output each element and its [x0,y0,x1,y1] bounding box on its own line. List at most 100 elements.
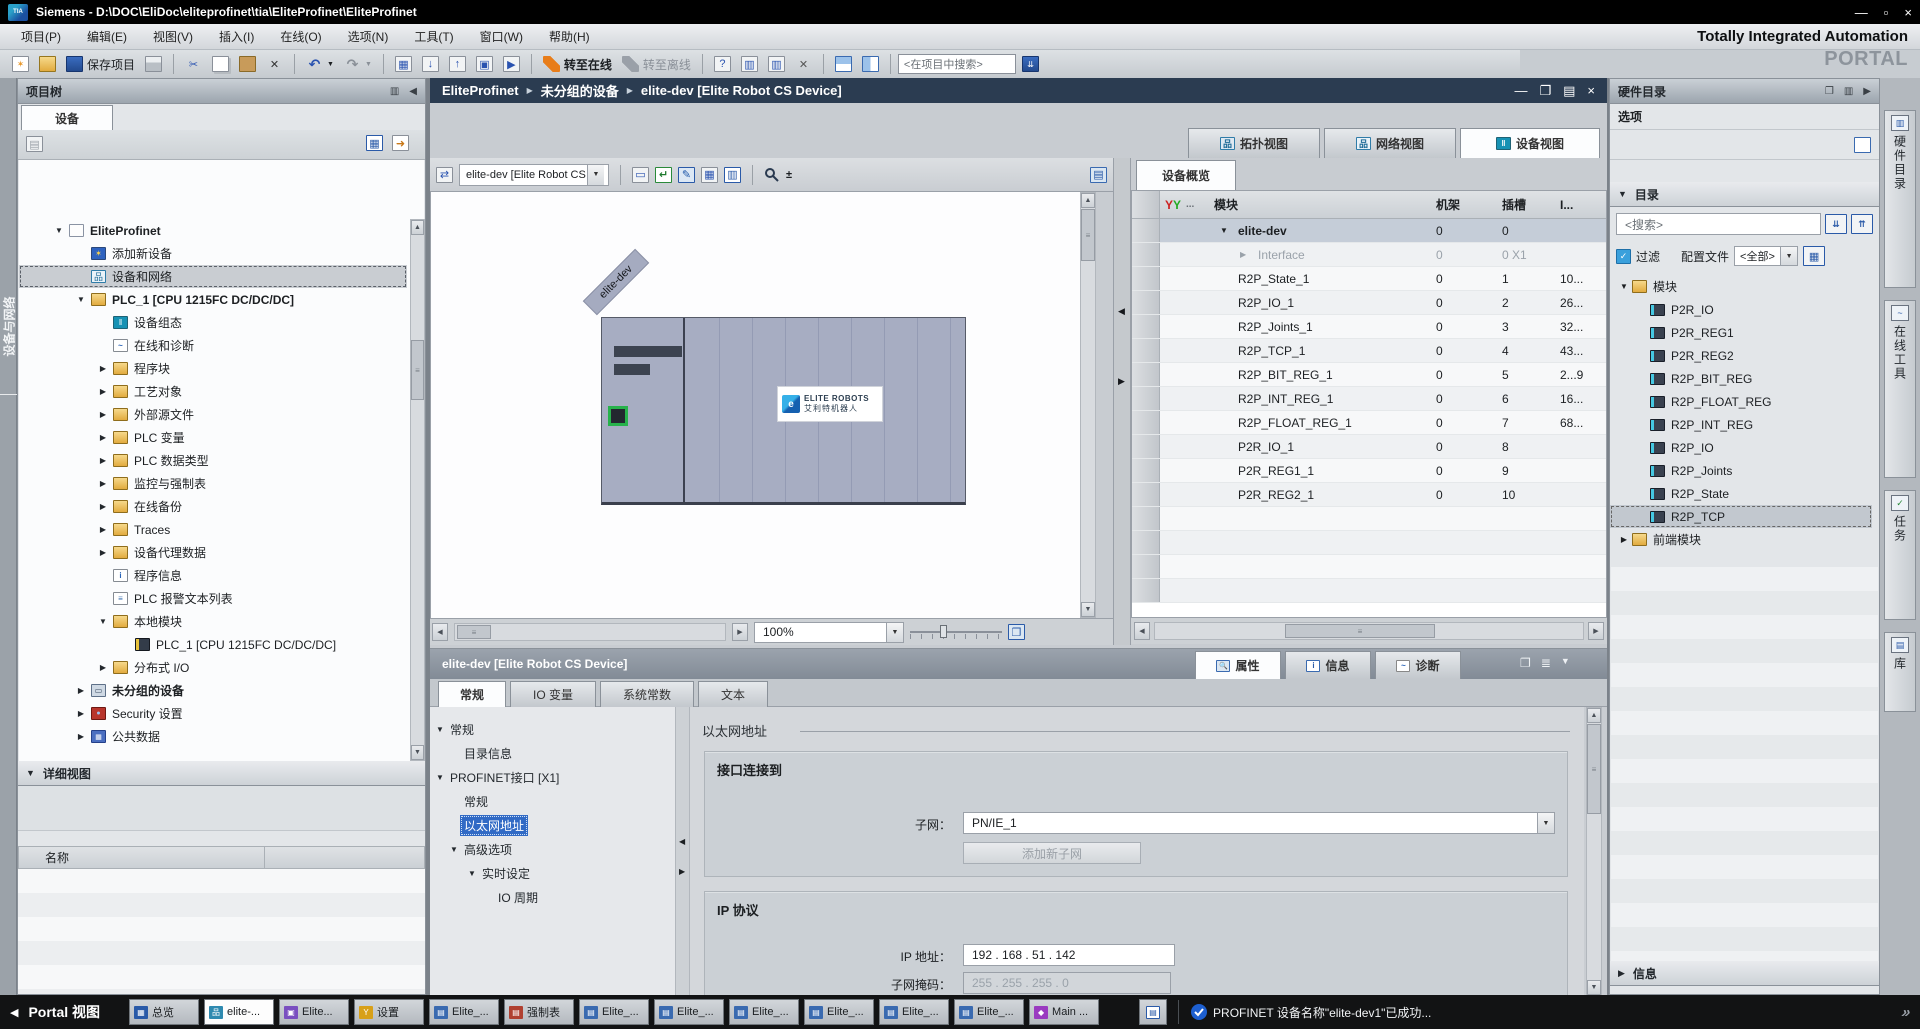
portal-view-button[interactable]: ◀Portal 视图 [10,1002,100,1022]
tree-item-distributed-io[interactable]: ▶分布式 I/O [19,656,407,679]
copy-button[interactable] [208,53,233,76]
new-project-button[interactable]: ✶ [8,53,33,76]
minimize-icon[interactable]: — [1855,5,1868,20]
tree-item-watch-force-tables[interactable]: ▶监控与强制表 [19,472,407,495]
scrollbar-thumb[interactable]: ≡ [1285,624,1435,638]
profile-dropdown[interactable]: <全部> [1734,246,1798,266]
assign-name-icon[interactable]: ↵ [655,167,672,183]
catalog-folder-frontend[interactable]: ▶前端模块 [1610,528,1872,551]
nav-advanced-options[interactable]: ▼高级选项 [430,837,675,861]
scroll-left-icon[interactable]: ◀ [432,623,448,641]
menu-online[interactable]: 在线(O) [267,24,334,49]
editor-close-icon[interactable]: × [1587,83,1595,99]
tab-info[interactable]: i信息 [1285,651,1371,679]
split-editor-button[interactable]: ▥ [764,53,789,76]
task-window[interactable]: ▤Elite_... [579,999,649,1025]
module-column-header[interactable]: 模块 [1206,196,1436,213]
filter-checkbox[interactable]: ✓ [1616,249,1631,264]
go-offline-button[interactable]: 转至离线 [618,53,695,76]
menu-view[interactable]: 视图(V) [140,24,206,49]
save-project-button[interactable]: 保存项目 [62,53,139,76]
fit-to-window-icon[interactable]: ❐ [1008,624,1025,640]
nav-profinet-interface[interactable]: ▼PROFINET接口 [X1] [430,765,675,789]
side-tab-online-tools[interactable]: ~在线工具 [1884,300,1916,478]
scrollbar-thumb[interactable]: ≡ [1587,724,1601,814]
scrollbar-thumb[interactable]: ≡ [1081,209,1095,261]
menu-tools[interactable]: 工具(T) [401,24,466,49]
device-info-icon[interactable]: ▤ [1090,167,1107,183]
catalog-folder-modules[interactable]: ▼模块 [1610,275,1872,298]
head-module[interactable] [602,318,685,502]
scroll-right-icon[interactable]: ▶ [1588,622,1604,640]
compile-button[interactable]: ▦ [391,53,416,76]
filter-config-icon[interactable]: ▦ [1803,246,1825,266]
tab-device-view[interactable]: 设备视图 [1460,128,1600,158]
rack-column-header[interactable]: 机架 [1436,196,1502,213]
tab-texts[interactable]: 文本 [698,681,768,707]
task-window[interactable]: ▤Elite_... [729,999,799,1025]
table-view-icon[interactable]: ▦ [366,135,383,151]
task-device-editor[interactable]: 品elite-... [204,999,274,1025]
overview-row[interactable]: R2P_FLOAT_REG_10768... [1132,411,1606,435]
tree-item-devices-networks[interactable]: 设备和网络 [19,265,407,288]
edit-pencil-icon[interactable]: ✎ [678,167,695,183]
online-diagnostics-button[interactable]: ? [710,53,735,76]
left-strip-label[interactable]: 设备与网络 [1,254,18,400]
cross-reference-button[interactable]: ✕ [791,53,816,76]
task-settings[interactable]: Y设置 [354,999,424,1025]
catalog-module[interactable]: P2R_REG1 [1610,321,1872,344]
open-project-button[interactable] [35,53,60,76]
zoom-icon[interactable] [764,167,780,183]
search-down-icon[interactable]: ⇊ [1825,214,1847,234]
tree-item-traces[interactable]: ▶Traces [19,518,407,541]
catalog-module-selected[interactable]: R2P_TCP [1610,505,1872,528]
tree-item-online-diagnostics[interactable]: 在线和诊断 [19,334,407,357]
overview-row[interactable]: R2P_IO_10226... [1132,291,1606,315]
split-horizontal-button[interactable] [831,53,856,76]
tree-item-device-proxy-data[interactable]: ▶设备代理数据 [19,541,407,564]
device-rack[interactable]: e ELITE ROBOTS 艾利特机器人 [601,317,966,505]
task-window[interactable]: ▤Elite_... [879,999,949,1025]
properties-scrollbar[interactable]: ▲ ≡ ▼ [1586,707,1602,996]
sync-view-icon[interactable]: ➜ [392,135,409,151]
tree-item-security-settings[interactable]: ▶Security 设置 [19,702,407,725]
menu-insert[interactable]: 插入(I) [206,24,267,49]
profinet-port[interactable] [608,406,628,426]
nav-general[interactable]: ▼常规 [430,717,675,741]
overview-row[interactable]: R2P_INT_REG_10616... [1132,387,1606,411]
device-selector-dropdown[interactable]: elite-dev [Elite Robot CS Devi [459,164,609,186]
overview-row[interactable]: R2P_TCP_10443... [1132,339,1606,363]
nav-io-cycle[interactable]: IO 周期 [430,885,675,909]
print-button[interactable] [141,53,166,76]
collapse-right-icon[interactable]: ▶ [1118,376,1125,387]
tree-item-ungrouped-devices[interactable]: ▶未分组的设备 [19,679,407,702]
tree-item-program-info[interactable]: 程序信息 [19,564,407,587]
overview-row[interactable]: P2R_REG2_1010 [1132,483,1606,507]
redo-button[interactable]: ↷▼ [340,53,376,76]
name-column-header[interactable]: 名称 [19,849,69,866]
overview-row[interactable]: R2P_State_10110... [1132,267,1606,291]
task-window[interactable]: ▣Elite... [279,999,349,1025]
slot-column-header[interactable]: 插槽 [1502,196,1560,213]
tab-properties[interactable]: 🔍属性 [1195,651,1281,679]
task-main-block[interactable]: ◆Main ... [1029,999,1099,1025]
tree-item-plc[interactable]: ▼PLC_1 [CPU 1215FC DC/DC/DC] [19,288,407,311]
expand-panel-icon[interactable]: ▶ [1863,86,1871,97]
menu-edit[interactable]: 编辑(E) [74,24,140,49]
nav-realtime-settings[interactable]: ▼实时设定 [430,861,675,885]
pin-panel-icon[interactable]: ▥ [1844,86,1853,97]
scrollbar-thumb[interactable]: ≡ [457,625,491,639]
canvas-hscrollbar[interactable]: ≡ [454,623,726,641]
task-force-table[interactable]: ▤强制表 [504,999,574,1025]
editor-float-icon[interactable]: ▤ [1563,83,1575,99]
tree-item-add-device[interactable]: 添加新设备 [19,242,407,265]
tab-network-view[interactable]: 网络视图 [1324,128,1456,158]
restore-window-button[interactable]: ▥ [737,53,762,76]
device-canvas[interactable]: elite-dev e ELITE ROBOTS 艾利特机器人 ▲ ≡ ▼ [430,192,1096,618]
overview-row[interactable]: P2R_REG1_109 [1132,459,1606,483]
tab-io-tags[interactable]: IO 变量 [510,681,596,707]
ip-address-input[interactable]: 192 . 168 . 51 . 142 [963,944,1175,966]
start-simulation-button[interactable]: ▶ [499,53,524,76]
tree-sort-icon[interactable]: ▤ [26,136,43,152]
catalog-module[interactable]: R2P_State [1610,482,1872,505]
